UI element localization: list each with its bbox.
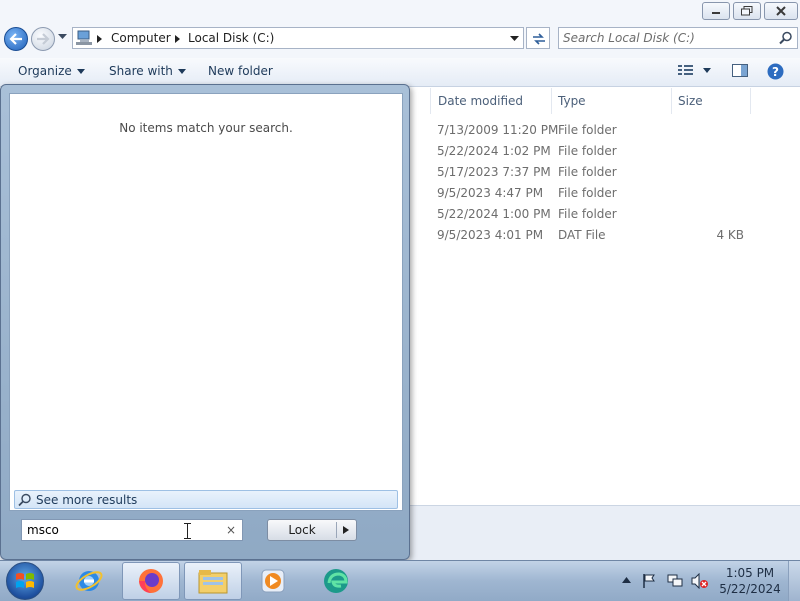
close-icon <box>776 6 786 16</box>
size-cell: 4 KB <box>716 228 744 242</box>
share-with-button[interactable]: Share with <box>109 64 186 78</box>
start-button[interactable] <box>6 562 44 600</box>
type-cell: File folder <box>558 165 617 179</box>
explorer-icon <box>198 570 228 594</box>
see-more-results-button[interactable]: See more results <box>14 490 398 509</box>
recent-pages-dropdown[interactable] <box>58 34 67 40</box>
lock-label: Lock <box>288 523 316 537</box>
edge-icon <box>324 569 348 593</box>
chevron-right-icon[interactable] <box>97 35 102 43</box>
organize-button[interactable]: Organize <box>18 64 85 78</box>
type-cell: File folder <box>558 144 617 158</box>
computer-icon <box>76 30 92 45</box>
taskbar: 1:05 PM 5/22/2024 <box>0 560 800 601</box>
help-icon[interactable]: ? <box>767 63 784 80</box>
minimize-icon <box>712 12 720 14</box>
chevron-down-icon[interactable] <box>510 36 519 42</box>
view-options-icon[interactable] <box>678 63 694 77</box>
chevron-down-icon <box>177 69 186 74</box>
search-results-panel: No items match your search. See more res… <box>9 93 403 511</box>
shutdown-options-arrow[interactable] <box>343 526 349 534</box>
type-cell: File folder <box>558 186 617 200</box>
see-more-results-label: See more results <box>36 493 138 507</box>
date-cell: 9/5/2023 4:47 PM <box>437 186 544 200</box>
breadcrumb-local-disk[interactable]: Local Disk (C:) <box>188 31 274 45</box>
address-row: Computer Local Disk (C:) <box>0 24 800 56</box>
ie-icon <box>75 571 103 591</box>
column-divider[interactable] <box>551 88 552 114</box>
system-clock[interactable]: 1:05 PM 5/22/2024 <box>716 565 784 597</box>
breadcrumb-computer[interactable]: Computer <box>111 31 171 45</box>
share-with-label: Share with <box>109 64 173 78</box>
text-cursor-icon <box>184 523 191 539</box>
close-button[interactable] <box>764 2 798 20</box>
type-cell: File folder <box>558 207 617 221</box>
chevron-down-icon[interactable] <box>703 68 711 73</box>
search-icon[interactable] <box>779 31 793 45</box>
action-center-flag-icon[interactable] <box>642 573 656 589</box>
clear-search-button[interactable]: × <box>226 523 236 537</box>
preview-pane-icon[interactable] <box>732 64 749 78</box>
taskbar-media-player[interactable] <box>244 562 302 600</box>
search-icon <box>18 493 31 507</box>
type-cell: DAT File <box>558 228 606 242</box>
lock-divider <box>336 522 337 538</box>
show-desktop-button[interactable] <box>788 561 800 601</box>
taskbar-internet-explorer[interactable] <box>60 562 118 600</box>
column-divider[interactable] <box>671 88 672 114</box>
firefox-icon <box>139 569 163 593</box>
clock-date: 5/22/2024 <box>719 582 781 596</box>
svg-text:?: ? <box>772 65 779 79</box>
taskbar-edge[interactable] <box>307 562 365 600</box>
date-cell: 5/22/2024 1:02 PM <box>437 144 551 158</box>
lock-button[interactable]: Lock <box>267 519 357 541</box>
taskbar-windows-explorer[interactable] <box>184 562 242 600</box>
media-player-icon <box>261 569 285 593</box>
arrow-right-icon <box>37 33 50 45</box>
explorer-search-input[interactable] <box>563 30 773 46</box>
back-button[interactable] <box>4 27 28 51</box>
address-bar[interactable]: Computer Local Disk (C:) <box>72 27 524 49</box>
taskbar-firefox[interactable] <box>122 562 180 600</box>
column-divider <box>430 88 431 114</box>
clock-time: 1:05 PM <box>725 566 775 580</box>
refresh-button[interactable] <box>526 27 550 49</box>
command-bar: Organize Share with New folder ? <box>0 58 800 87</box>
start-search-box[interactable]: × <box>21 519 243 541</box>
show-hidden-icons-arrow[interactable] <box>622 577 631 583</box>
network-icon[interactable] <box>667 573 683 589</box>
date-cell: 5/17/2023 7:37 PM <box>437 165 551 179</box>
type-cell: File folder <box>558 123 617 137</box>
restore-icon <box>741 6 753 16</box>
date-cell: 9/5/2023 4:01 PM <box>437 228 544 242</box>
chevron-right-icon[interactable] <box>175 35 180 43</box>
forward-button[interactable] <box>31 27 55 51</box>
start-menu: No items match your search. See more res… <box>0 84 410 560</box>
organize-label: Organize <box>18 64 72 78</box>
windows-logo-icon <box>16 573 34 588</box>
date-cell: 7/13/2009 11:20 PM <box>437 123 559 137</box>
date-cell: 5/22/2024 1:00 PM <box>437 207 551 221</box>
no-results-message: No items match your search. <box>119 121 293 135</box>
new-folder-button[interactable]: New folder <box>208 64 273 78</box>
column-divider[interactable] <box>750 88 751 114</box>
column-header-size[interactable]: Size <box>678 94 703 108</box>
explorer-search-box[interactable] <box>558 27 798 49</box>
column-header-date-modified[interactable]: Date modified <box>438 94 523 108</box>
arrow-left-icon <box>9 33 22 45</box>
refresh-icon <box>533 33 545 45</box>
maximize-button[interactable] <box>733 2 761 20</box>
title-bar <box>0 0 800 24</box>
volume-muted-icon[interactable] <box>691 573 709 589</box>
minimize-button[interactable] <box>702 2 730 20</box>
column-header-type[interactable]: Type <box>558 94 586 108</box>
chevron-down-icon <box>76 69 85 74</box>
